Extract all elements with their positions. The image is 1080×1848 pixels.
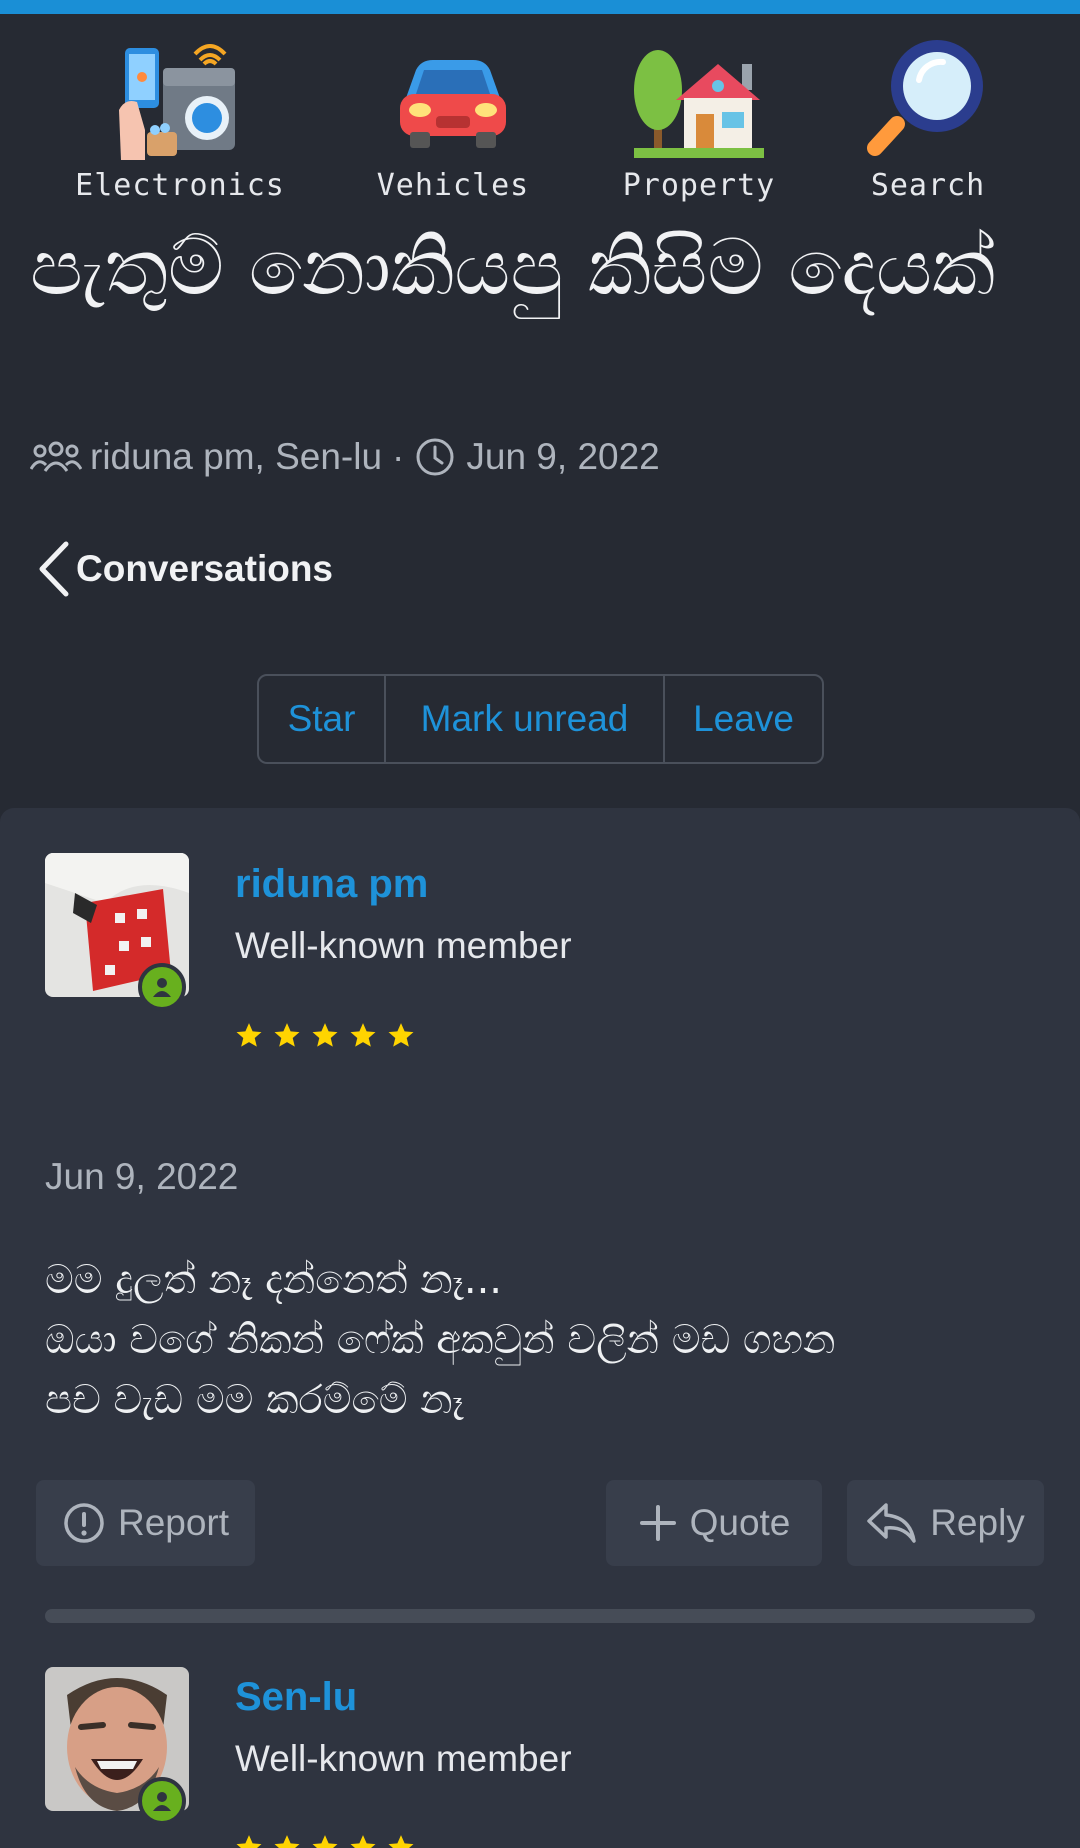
message-line: මම දුලත් නෑ දන්නෙත් නෑ... bbox=[45, 1257, 503, 1303]
clock-icon bbox=[416, 438, 454, 476]
plus-icon bbox=[639, 1505, 676, 1541]
car-icon bbox=[388, 40, 518, 160]
report-label: Report bbox=[117, 1502, 230, 1543]
electronics-icon bbox=[115, 40, 245, 160]
author-role: Well-known member bbox=[235, 1738, 572, 1779]
participants-icon bbox=[30, 441, 82, 472]
message-line: ඔයා වගේ නිකන් ෆේක් අකවුන් වලින් මඩ ගහන bbox=[45, 1317, 836, 1363]
star-icon bbox=[236, 1023, 262, 1047]
message-divider bbox=[45, 1609, 1035, 1623]
author-name[interactable]: Sen-lu bbox=[235, 1675, 357, 1720]
back-to-conversations[interactable]: Conversations bbox=[36, 540, 333, 598]
top-accent-bar bbox=[0, 0, 1080, 14]
star-icon bbox=[274, 1835, 300, 1848]
author-role: Well-known member bbox=[235, 925, 572, 966]
star-button[interactable]: Star bbox=[259, 676, 386, 762]
house-icon bbox=[634, 40, 764, 160]
category-vehicles[interactable]: Vehicles bbox=[343, 40, 563, 203]
category-label: Property bbox=[622, 168, 776, 203]
star-icon bbox=[274, 1023, 300, 1047]
magnifier-icon bbox=[863, 40, 993, 160]
star-icon bbox=[350, 1835, 376, 1848]
reply-icon bbox=[867, 1503, 916, 1543]
star-icon bbox=[388, 1835, 414, 1848]
back-label: Conversations bbox=[76, 548, 334, 589]
page-title: පැතුම් නොකියපු කිසිම දෙයක් bbox=[30, 223, 996, 313]
alert-icon bbox=[64, 1503, 104, 1543]
star-icon bbox=[312, 1835, 338, 1848]
online-status-icon bbox=[138, 1777, 186, 1825]
quote-label: Quote bbox=[689, 1502, 791, 1543]
conversation-meta: riduna pm, Sen-lu · Jun 9, 2022 bbox=[30, 436, 660, 478]
category-label: Electronics bbox=[75, 168, 285, 203]
online-status-icon bbox=[138, 963, 186, 1011]
star-icon bbox=[388, 1023, 414, 1047]
reply-button[interactable]: Reply bbox=[847, 1480, 1044, 1566]
reply-label: Reply bbox=[930, 1502, 1025, 1543]
message-date[interactable]: Jun 9, 2022 bbox=[45, 1156, 238, 1198]
conversation-date: Jun 9, 2022 bbox=[466, 436, 660, 477]
chevron-left-icon bbox=[39, 541, 69, 597]
category-property[interactable]: Property bbox=[589, 40, 809, 203]
category-electronics[interactable]: Electronics bbox=[70, 40, 290, 203]
meta-separator: · bbox=[392, 436, 405, 477]
message-line: පච වැඩ මම කරම්මේ නෑ bbox=[45, 1377, 464, 1423]
star-icon bbox=[236, 1835, 262, 1848]
star-icon bbox=[312, 1023, 338, 1047]
rating-stars bbox=[235, 1834, 415, 1848]
category-label: Vehicles bbox=[376, 168, 530, 203]
author-name[interactable]: riduna pm bbox=[235, 862, 428, 907]
mark-unread-button[interactable]: Mark unread bbox=[386, 676, 665, 762]
report-button[interactable]: Report bbox=[36, 1480, 255, 1566]
category-label: Search bbox=[870, 168, 986, 203]
message-body: මම දුලත් නෑ දන්නෙත් නෑ... ඔයා වගේ නිකන් … bbox=[45, 1250, 1045, 1430]
category-search[interactable]: Search bbox=[818, 40, 1038, 203]
quote-button[interactable]: Quote bbox=[606, 1480, 822, 1566]
leave-button[interactable]: Leave bbox=[665, 676, 822, 762]
participants[interactable]: riduna pm, Sen-lu bbox=[90, 436, 382, 478]
conversation-actions: Star Mark unread Leave bbox=[257, 674, 824, 764]
rating-stars bbox=[235, 1022, 415, 1050]
star-icon bbox=[350, 1023, 376, 1047]
